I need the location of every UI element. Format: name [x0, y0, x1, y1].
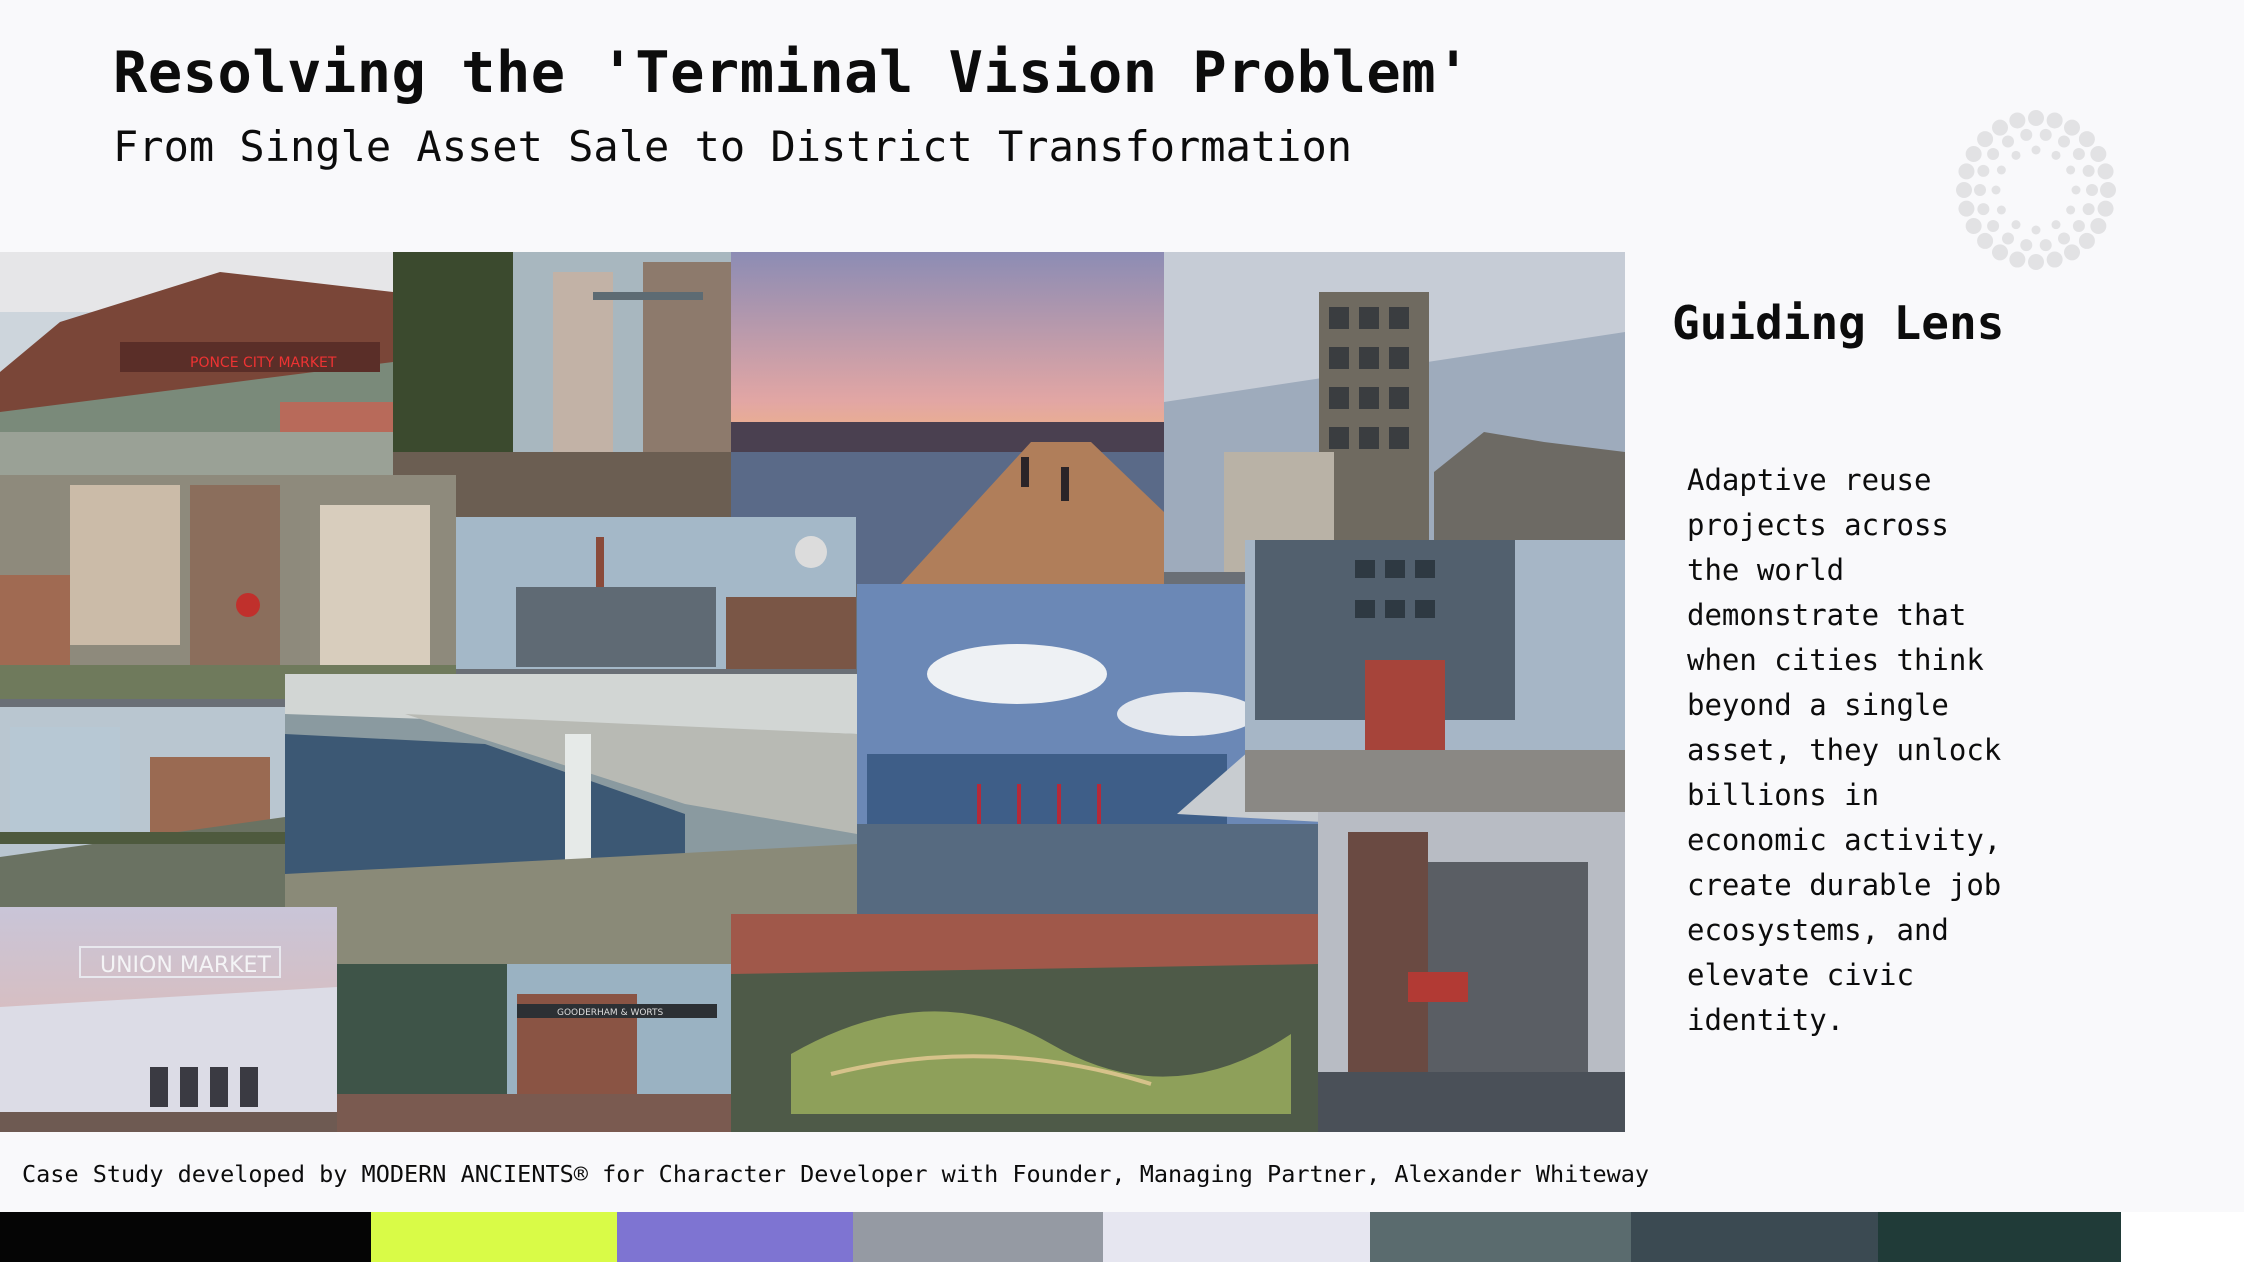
- dotted-circle-logo-icon: [1956, 110, 2116, 270]
- palette-swatch-slate-teal: [1369, 1212, 1632, 1262]
- palette-swatch-deep-green: [1877, 1212, 2121, 1262]
- photo-collage: PONCE CITY MARKET UNION MARKET GOODERHAM…: [0, 252, 1625, 1132]
- color-palette-bar: [0, 1212, 2244, 1262]
- photo-zeitz-silo-tower: [1164, 252, 1625, 572]
- palette-swatch-grey: [852, 1212, 1104, 1262]
- sidebar-heading: Guiding Lens: [1672, 296, 2005, 350]
- distillery-sign: GOODERHAM & WORTS: [557, 1008, 664, 1018]
- photo-aerial-brick-district: [0, 475, 456, 699]
- slide-title: Resolving the 'Terminal Vision Problem': [113, 40, 1471, 106]
- photo-riverside-theater-block: [1318, 812, 1625, 1132]
- photo-union-market: UNION MARKET: [0, 907, 337, 1132]
- sidebar-body: Adaptive reuse projects across the world…: [1687, 463, 2002, 1037]
- palette-swatch-mist: [1103, 1212, 1370, 1262]
- palette-swatch-white: [2120, 1212, 2244, 1262]
- photo-distillery-district: GOODERHAM & WORTS: [337, 964, 731, 1132]
- palette-swatch-black: [0, 1212, 371, 1262]
- photo-river-wetland-park: [731, 914, 1318, 1132]
- slide-subtitle: From Single Asset Sale to District Trans…: [113, 122, 1353, 171]
- palette-swatch-charcoal-blue: [1631, 1212, 1878, 1262]
- ponce-city-market-sign: PONCE CITY MARKET: [190, 355, 337, 371]
- photo-ponce-city-market: PONCE CITY MARKET: [0, 252, 393, 475]
- photo-brick-loft-plaza: [1245, 540, 1625, 812]
- palette-swatch-lavender: [616, 1212, 853, 1262]
- photo-high-line-walk: [0, 707, 285, 907]
- photo-factory-campus-render: [456, 517, 856, 669]
- footer-caption: Case Study developed by MODERN ANCIENTS®…: [22, 1160, 1650, 1188]
- palette-swatch-lime: [370, 1212, 617, 1262]
- union-market-sign: UNION MARKET: [100, 953, 271, 978]
